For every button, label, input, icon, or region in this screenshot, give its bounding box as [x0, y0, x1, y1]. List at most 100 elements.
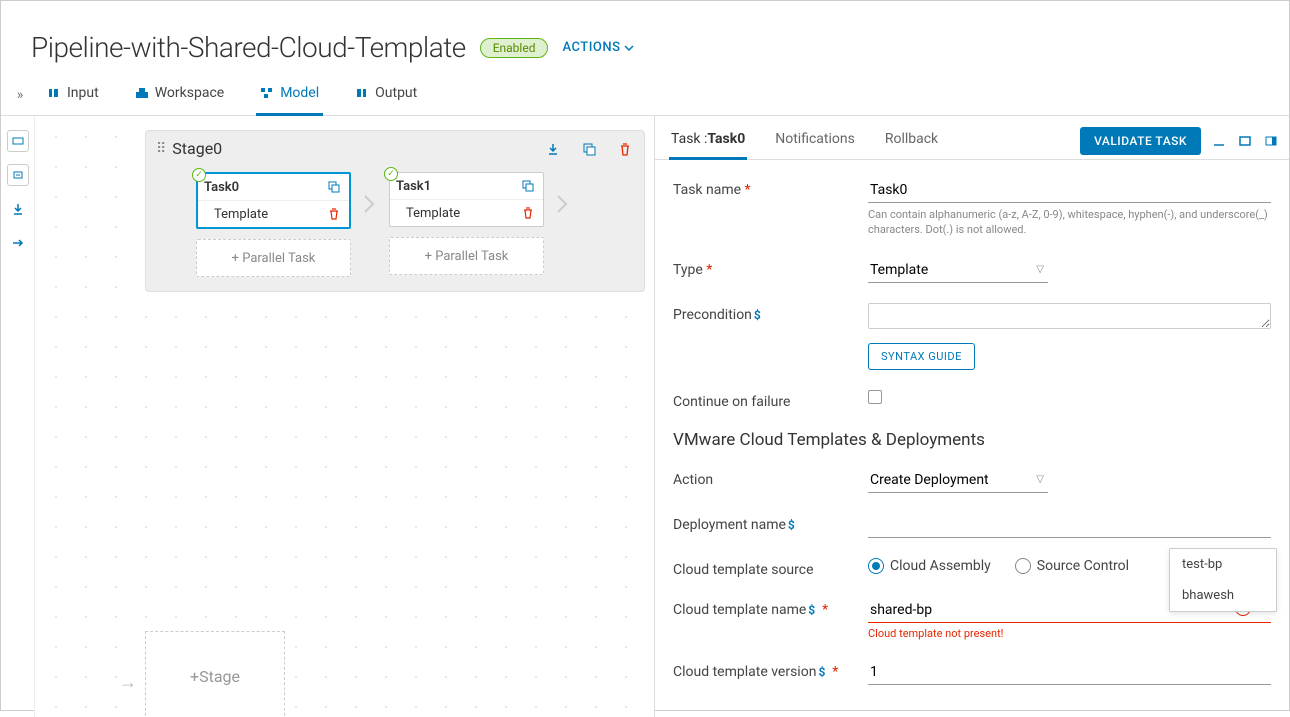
panel-actions: VALIDATE TASK [1080, 127, 1279, 155]
tab-workspace[interactable]: Workspace [131, 75, 229, 116]
field-template-version: Cloud template version$ * [673, 660, 1271, 685]
task-type-label: Template [204, 207, 319, 222]
validate-task-button[interactable]: VALIDATE TASK [1080, 127, 1201, 155]
minimize-icon[interactable] [1211, 133, 1227, 149]
main-content: ⠿ Stage0 ✓ Task0 [1, 116, 1289, 717]
variable-icon[interactable]: $ [788, 518, 795, 532]
stage-header: ⠿ Stage0 [146, 131, 644, 166]
template-name-dropdown: test-bp bhawesh [1169, 548, 1277, 612]
radio-icon [1015, 558, 1031, 574]
tab-output[interactable]: Output [351, 75, 421, 116]
main-tabs-row: » Input Workspace Model Output [1, 74, 1289, 116]
add-parallel-task-button[interactable]: + Parallel Task [196, 239, 351, 277]
field-type: Type * Template ▽ [673, 258, 1271, 283]
label-template-name: Cloud template name$ * [673, 598, 868, 618]
main-tabs: Input Workspace Model Output [43, 74, 421, 115]
delete-task-icon[interactable] [519, 204, 537, 222]
add-stage-button[interactable]: +Stage [145, 631, 285, 717]
label-deployment-name: Deployment name$ [673, 513, 868, 533]
task-panel: Task :Task0 Notifications Rollback VALID… [654, 116, 1289, 717]
clone-task-icon[interactable] [519, 177, 537, 195]
download-stage-icon[interactable] [544, 140, 562, 158]
expand-sidebar-icon[interactable]: » [7, 87, 33, 103]
variable-icon[interactable]: $ [754, 308, 761, 322]
panel-tabs: Task :Task0 Notifications Rollback VALID… [655, 116, 1289, 160]
radio-cloud-assembly[interactable]: Cloud Assembly [868, 558, 991, 574]
task-column-1: ✓ Task1 Template + Parallel Task [389, 172, 544, 275]
label-template-source: Cloud template source [673, 558, 868, 578]
task-name-help: Can contain alphanumeric (a-z, A-Z, 0-9)… [868, 207, 1271, 238]
fit-view-button[interactable] [7, 130, 29, 152]
status-badge: Enabled [480, 38, 549, 58]
task-valid-icon: ✓ [384, 167, 398, 181]
label-continue-on-failure: Continue on failure [673, 390, 868, 410]
field-precondition: Precondition$ SYNTAX GUIDE [673, 303, 1271, 370]
section-title: VMware Cloud Templates & Deployments [673, 430, 1271, 450]
add-parallel-task-button[interactable]: + Parallel Task [389, 237, 544, 275]
delete-stage-icon[interactable] [616, 140, 634, 158]
panel-tab-rollback[interactable]: Rollback [883, 123, 940, 160]
template-name-error: Cloud template not present! [868, 627, 1271, 640]
workspace-icon [135, 86, 149, 100]
label-template-version: Cloud template version$ * [673, 660, 868, 680]
label-type: Type * [673, 258, 868, 278]
input-icon [47, 86, 61, 100]
template-version-input[interactable] [868, 660, 1271, 685]
page-title: Pipeline-with-Shared-Cloud-Template [31, 31, 466, 64]
task-form: Task name * Can contain alphanumeric (a-… [655, 160, 1289, 703]
field-deployment-name: Deployment name$ [673, 513, 1271, 538]
variable-icon[interactable]: $ [808, 603, 815, 617]
delete-task-icon[interactable] [325, 205, 343, 223]
download-button[interactable] [7, 198, 29, 220]
panel-tab-notifications[interactable]: Notifications [773, 123, 857, 160]
action-select[interactable]: Create Deployment ▽ [868, 468, 1048, 493]
sequence-arrow-icon [556, 194, 570, 214]
stage-card[interactable]: ⠿ Stage0 ✓ Task0 [145, 130, 645, 292]
fullscreen-button[interactable] [7, 164, 29, 186]
tab-input[interactable]: Input [43, 75, 103, 116]
task-card-task1[interactable]: ✓ Task1 Template [389, 172, 544, 227]
panel-tab-task[interactable]: Task :Task0 [669, 123, 747, 160]
canvas-toolbar [1, 116, 35, 717]
field-task-name: Task name * Can contain alphanumeric (a-… [673, 178, 1271, 238]
label-task-name: Task name * [673, 178, 868, 198]
maximize-icon[interactable] [1237, 133, 1253, 149]
model-icon [260, 86, 274, 100]
arrow-right-button[interactable] [7, 232, 29, 254]
clone-task-icon[interactable] [325, 178, 343, 196]
chevron-down-icon [624, 45, 634, 51]
task-title: Task0 [204, 180, 319, 195]
clone-stage-icon[interactable] [580, 140, 598, 158]
dropdown-item[interactable]: bhawesh [1170, 580, 1276, 611]
stage-name: Stage0 [172, 139, 536, 158]
type-select[interactable]: Template ▽ [868, 258, 1048, 283]
task-name-input[interactable] [868, 178, 1271, 203]
field-action: Action Create Deployment ▽ [673, 468, 1271, 493]
continue-on-failure-checkbox[interactable] [868, 390, 882, 404]
label-action: Action [673, 468, 868, 488]
sequence-arrow-icon [363, 194, 377, 214]
pipeline-canvas[interactable]: ⠿ Stage0 ✓ Task0 [35, 116, 654, 717]
task-title: Task1 [396, 179, 513, 194]
task-type-label: Template [396, 206, 513, 221]
variable-icon[interactable]: $ [818, 665, 825, 679]
task-card-task0[interactable]: ✓ Task0 Template [196, 172, 351, 229]
radio-source-control[interactable]: Source Control [1015, 558, 1129, 574]
dock-icon[interactable] [1263, 133, 1279, 149]
syntax-guide-button[interactable]: SYNTAX GUIDE [868, 343, 975, 370]
actions-dropdown[interactable]: ACTIONS [562, 40, 634, 55]
task-valid-icon: ✓ [192, 168, 206, 182]
field-continue-on-failure: Continue on failure [673, 390, 1271, 410]
dropdown-item[interactable]: test-bp [1170, 549, 1276, 580]
page-header: Pipeline-with-Shared-Cloud-Template Enab… [1, 1, 1289, 74]
label-precondition: Precondition$ [673, 303, 868, 323]
stage-actions [544, 140, 634, 158]
radio-icon [868, 558, 884, 574]
drag-handle-icon[interactable]: ⠿ [156, 141, 164, 157]
output-icon [355, 86, 369, 100]
deployment-name-input[interactable] [868, 513, 1271, 538]
stage-flow-arrow-icon: → [119, 672, 137, 693]
tab-model[interactable]: Model [256, 75, 323, 116]
precondition-input[interactable] [868, 303, 1271, 329]
stage-body: ✓ Task0 Template + Parallel Task [146, 166, 644, 291]
